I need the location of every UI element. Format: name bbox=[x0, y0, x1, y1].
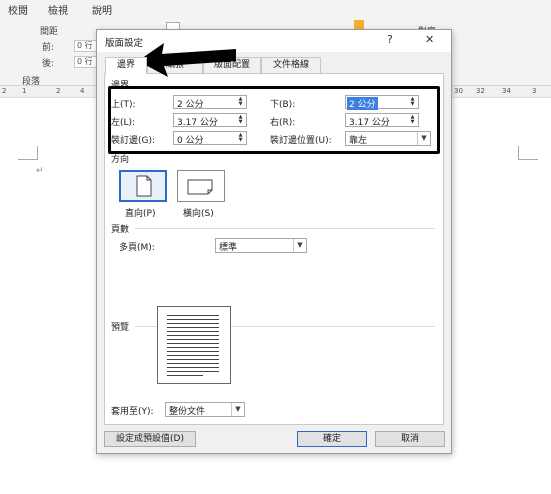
portrait-page-icon bbox=[136, 175, 152, 197]
ribbon-tab-help[interactable]: 說明 bbox=[92, 2, 112, 17]
multiple-pages-select[interactable]: 標準 ▼ bbox=[215, 238, 307, 253]
ruler-tick: 2 bbox=[56, 87, 61, 95]
preview-text-line bbox=[167, 363, 219, 364]
margin-corner-mark bbox=[518, 146, 538, 160]
chevron-down-icon[interactable]: ▼ bbox=[293, 239, 306, 252]
ruler-tick: 2 bbox=[2, 87, 7, 95]
preview-text-line bbox=[167, 351, 219, 352]
preview-text-line bbox=[167, 371, 219, 372]
close-button[interactable]: ✕ bbox=[425, 33, 434, 46]
before-label: 前: bbox=[42, 43, 55, 53]
portrait-label[interactable]: 直向(P) bbox=[125, 206, 155, 219]
preview-text-line bbox=[167, 315, 219, 316]
ribbon-tab-bar: 校閱 檢視 說明 bbox=[0, 0, 551, 18]
annotation-highlight-box bbox=[108, 86, 440, 154]
cancel-button[interactable]: 取消 bbox=[375, 431, 445, 447]
set-as-default-button[interactable]: 設定成預設值(D) bbox=[104, 431, 196, 447]
preview-text-line bbox=[167, 335, 219, 336]
after-label: 後: bbox=[42, 59, 55, 69]
preview-text-line bbox=[167, 323, 219, 324]
ruler-tick: 4 bbox=[80, 87, 85, 95]
ruler-tick: 1 bbox=[22, 87, 27, 95]
apply-to-label: 套用至(Y): bbox=[111, 407, 154, 417]
preview-text-line bbox=[167, 367, 219, 368]
preview-text-line bbox=[167, 343, 219, 344]
preview-page-thumbnail bbox=[157, 306, 231, 384]
ok-button[interactable]: 確定 bbox=[297, 431, 367, 447]
preview-text-line bbox=[167, 339, 219, 340]
help-button[interactable]: ? bbox=[387, 33, 393, 46]
multiple-pages-value: 標準 bbox=[219, 243, 238, 253]
preview-text-line bbox=[167, 347, 219, 348]
preview-text-line bbox=[167, 331, 219, 332]
multiple-pages-label: 多頁(M): bbox=[119, 243, 155, 253]
pages-section-label: 頁數 bbox=[111, 225, 130, 235]
preview-text-line bbox=[167, 319, 219, 320]
preview-text-line bbox=[167, 359, 219, 360]
ribbon-tab-view[interactable]: 檢視 bbox=[48, 2, 68, 17]
preview-text-line bbox=[167, 327, 219, 328]
ruler-tick: 34 bbox=[502, 87, 511, 95]
preview-text-line bbox=[167, 375, 203, 376]
annotation-arrow-icon bbox=[138, 43, 236, 77]
chevron-down-icon[interactable]: ▼ bbox=[231, 403, 244, 416]
tab-margins[interactable]: 邊界 bbox=[105, 57, 147, 74]
ruler-tick: 32 bbox=[476, 87, 485, 95]
landscape-page-icon bbox=[187, 179, 213, 195]
preview-text-line bbox=[167, 355, 219, 356]
apply-to-select[interactable]: 整份文件 ▼ bbox=[165, 402, 245, 417]
tab-document-grid[interactable]: 文件格線 bbox=[261, 57, 321, 73]
landscape-button[interactable] bbox=[177, 170, 225, 202]
apply-to-value: 整份文件 bbox=[169, 407, 206, 417]
landscape-label[interactable]: 橫向(S) bbox=[183, 206, 214, 219]
margin-corner-mark bbox=[18, 146, 38, 160]
portrait-button[interactable] bbox=[119, 170, 167, 202]
section-divider bbox=[135, 228, 435, 229]
ruler-tick: 30 bbox=[454, 87, 463, 95]
spacing-group-label: 間距 bbox=[40, 27, 59, 37]
ruler-tick: 3 bbox=[532, 87, 537, 95]
paragraph-mark-icon: ↵ bbox=[36, 166, 44, 176]
preview-section-label: 預覽 bbox=[111, 323, 130, 333]
ribbon-tab-review[interactable]: 校閱 bbox=[8, 2, 28, 17]
